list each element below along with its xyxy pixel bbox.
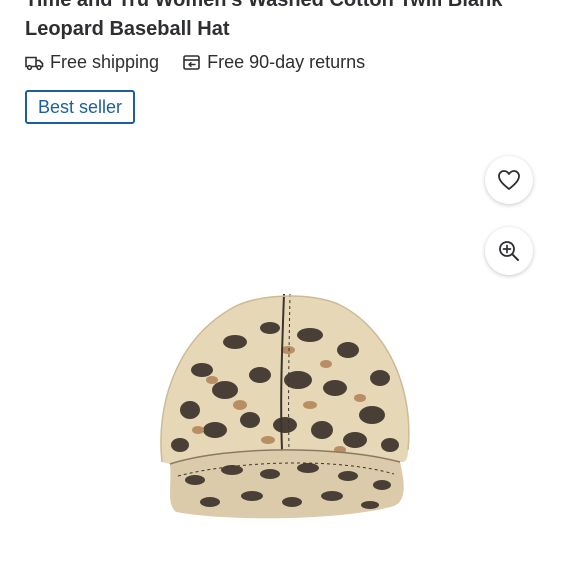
zoom-button[interactable] [485, 227, 533, 275]
perk-free-shipping: Free shipping [25, 52, 159, 73]
perk-free-returns: Free 90-day returns [183, 52, 365, 73]
favorite-button[interactable] [485, 156, 533, 204]
perk-label: Free 90-day returns [207, 52, 366, 72]
truck-icon [25, 56, 44, 70]
zoom-in-icon [499, 241, 519, 261]
fulfillment-perks: Free shipping Free 90-day returns [25, 52, 365, 73]
product-title: Time and Tru Women's Washed Cotton Twill… [25, 0, 503, 40]
product-page: Time and Tru Women's Washed Cotton Twill… [0, 0, 580, 580]
perk-label: Free shipping [50, 52, 160, 72]
best-seller-badge: Best seller [25, 90, 136, 124]
heart-icon [498, 170, 520, 190]
product-image[interactable] [150, 280, 420, 525]
return-icon [183, 55, 200, 70]
